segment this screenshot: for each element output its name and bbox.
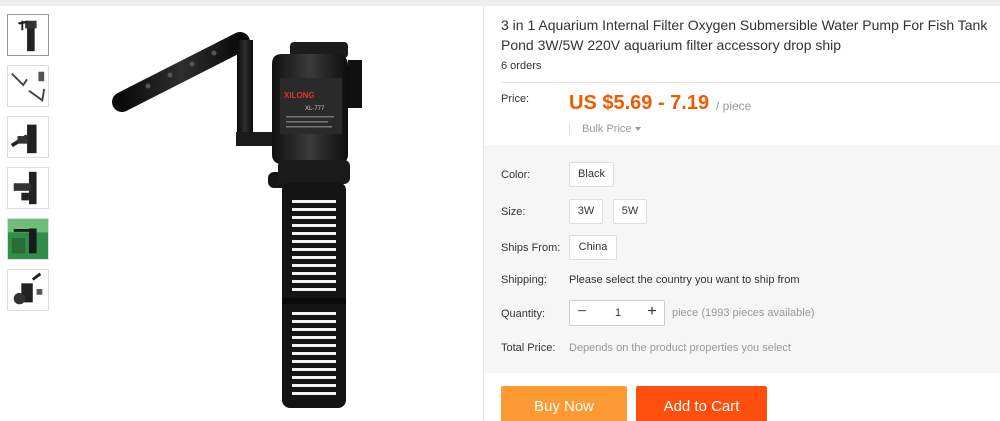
aquarium-filter-pump-image: XILONG XL-777 [112, 32, 362, 408]
thumbnail-3[interactable] [7, 116, 49, 158]
thumbnail-1[interactable] [7, 14, 49, 56]
pump-detail-thumbnail-icon [13, 272, 43, 305]
brand-logo-text: XILONG [284, 91, 315, 100]
caret-down-icon [634, 127, 641, 132]
quantity-input[interactable]: 1 [594, 301, 642, 325]
quantity-increase-button[interactable]: + [640, 301, 664, 325]
quantity-decrease-button[interactable]: − [570, 301, 594, 325]
shipping-label: Shipping: [501, 274, 547, 286]
thumbnail-list [7, 14, 51, 320]
main-product-image[interactable]: XILONG XL-777 [100, 14, 400, 414]
size-option-3w[interactable]: 3W [569, 199, 603, 224]
add-to-cart-button[interactable]: Add to Cart [636, 386, 767, 421]
bulk-price-label: Bulk Price [582, 123, 632, 135]
product-properties: Color: Black Size: 3W 5W Ships From: Chi… [484, 145, 1000, 373]
thumbnail-5[interactable] [7, 218, 49, 260]
pump-nozzle-thumbnail-icon [13, 171, 37, 205]
shipping-text[interactable]: Please select the country you want to sh… [569, 274, 800, 286]
thumbnail-6[interactable] [7, 269, 49, 311]
total-price-label: Total Price: [501, 342, 556, 354]
ships-from-option-china[interactable]: China [569, 235, 617, 260]
total-price-text: Depends on the product properties you se… [569, 342, 791, 354]
color-option-black[interactable]: Black [569, 162, 614, 187]
price-label: Price: [501, 93, 530, 105]
product-title: 3 in 1 Aquarium Internal Filter Oxygen S… [501, 17, 988, 53]
thumbnail-2[interactable] [7, 65, 49, 107]
product-info-panel: 3 in 1 Aquarium Internal Filter Oxygen S… [484, 6, 1000, 421]
bulk-price-dropdown[interactable]: Bulk Price [569, 123, 641, 135]
divider [501, 82, 1000, 83]
pump-side-thumbnail-icon [10, 124, 37, 154]
buy-now-button[interactable]: Buy Now [501, 386, 627, 421]
parts-thumbnail-icon [11, 71, 46, 102]
quantity-label: Quantity: [501, 308, 546, 320]
color-label: Color: [501, 169, 531, 181]
size-option-5w[interactable]: 5W [613, 199, 647, 224]
pump-in-tank-thumbnail-icon [8, 219, 48, 259]
price-value: US $5.69 - 7.19 [569, 92, 710, 114]
quantity-stepper: − 1 + [569, 300, 665, 326]
pump-thumbnail-icon [17, 20, 37, 52]
size-label: Size: [501, 206, 526, 218]
quantity-availability: piece (1993 pieces available) [672, 307, 815, 319]
ships-from-label: Ships From: [501, 242, 561, 254]
orders-count: 6 orders [501, 60, 542, 72]
model-logo-text: XL-777 [305, 106, 325, 112]
price-unit: / piece [716, 99, 752, 113]
thumbnail-4[interactable] [7, 167, 49, 209]
